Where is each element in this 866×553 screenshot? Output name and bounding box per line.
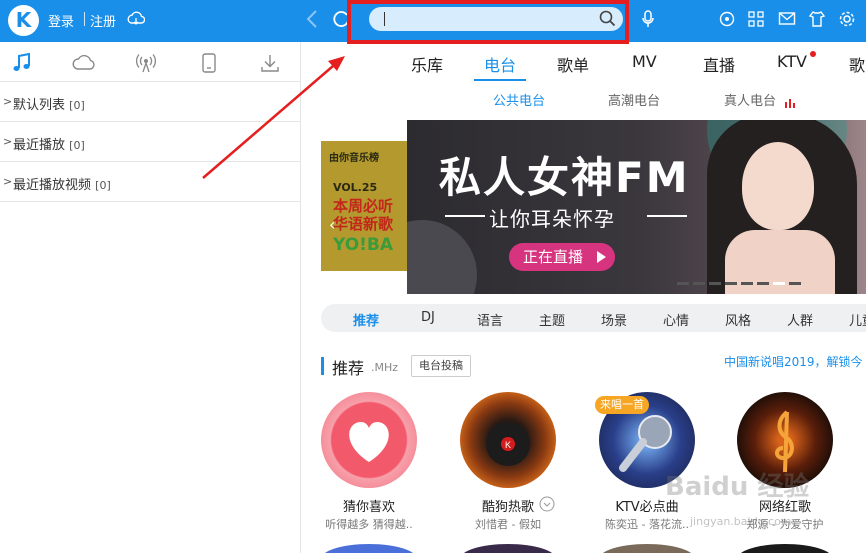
category-theme[interactable]: 主题 bbox=[539, 310, 565, 329]
subtab-real-person[interactable]: 真人电台 bbox=[724, 90, 776, 109]
active-tab-indicator bbox=[474, 79, 526, 81]
cloud-icon[interactable] bbox=[72, 52, 95, 74]
category-crowd[interactable]: 人群 bbox=[787, 310, 813, 329]
tab-more[interactable]: 歌 bbox=[849, 52, 865, 76]
banner-line3: YO!BA bbox=[333, 235, 394, 255]
voice-search-icon[interactable] bbox=[640, 9, 656, 33]
station-cover[interactable] bbox=[460, 544, 556, 553]
section-title: 推荐 bbox=[332, 359, 365, 378]
carousel-dot[interactable] bbox=[693, 282, 705, 285]
station-cover: K bbox=[460, 392, 556, 488]
list-count: [0] bbox=[69, 99, 85, 112]
equalizer-icon bbox=[785, 93, 797, 112]
station-cover[interactable] bbox=[321, 544, 417, 553]
carousel-dot[interactable] bbox=[709, 282, 721, 285]
player-mode-icon[interactable] bbox=[719, 11, 735, 31]
watermark: Baidu 经验 bbox=[665, 472, 810, 502]
radio-icon[interactable] bbox=[135, 52, 157, 74]
section-unit: .MHz bbox=[371, 361, 399, 374]
back-arrow-icon[interactable] bbox=[305, 9, 319, 33]
banner-image bbox=[742, 142, 814, 230]
banner-line1: 本周必听 华语新歌 bbox=[333, 197, 394, 233]
list-label: 最近播放视频 bbox=[13, 178, 92, 193]
list-label: 最近播放 bbox=[13, 138, 66, 153]
vinyl-icon: K bbox=[486, 422, 530, 466]
subtab-climax[interactable]: 高潮电台 bbox=[608, 90, 660, 109]
notification-dot bbox=[810, 51, 816, 57]
divider bbox=[445, 215, 485, 217]
category-kids[interactable]: 儿童 bbox=[849, 310, 866, 329]
carousel-dot[interactable] bbox=[725, 282, 737, 285]
register-link[interactable]: 注册 bbox=[90, 11, 116, 30]
kugou-logo[interactable]: K bbox=[8, 5, 39, 36]
list-count: [0] bbox=[69, 139, 85, 152]
divider bbox=[647, 215, 687, 217]
tab-library[interactable]: 乐库 bbox=[411, 52, 443, 76]
submit-station-button[interactable]: 电台投稿 bbox=[411, 355, 471, 377]
carousel-prev-icon[interactable]: ‹ bbox=[329, 215, 335, 234]
carousel-dot[interactable] bbox=[677, 282, 689, 285]
carousel-dot[interactable] bbox=[741, 282, 753, 285]
subtab-public[interactable]: 公共电台 bbox=[493, 90, 545, 109]
station-card[interactable]: 网络红歌 郑源 - 为爱守护 bbox=[735, 392, 835, 532]
category-style[interactable]: 风格 bbox=[725, 310, 751, 329]
tab-radio[interactable]: 电台 bbox=[484, 52, 516, 76]
tab-playlist[interactable]: 歌单 bbox=[557, 52, 589, 76]
login-link[interactable]: 登录 bbox=[48, 11, 74, 30]
category-dj[interactable]: DJ bbox=[421, 310, 435, 325]
station-cover bbox=[321, 392, 417, 488]
settings-gear-icon[interactable] bbox=[838, 10, 856, 32]
carousel-dot[interactable] bbox=[789, 282, 801, 285]
category-scene[interactable]: 场景 bbox=[601, 310, 627, 329]
annotation-arrow-icon bbox=[202, 56, 345, 179]
station-card[interactable]: 猜你喜欢 听得越多 猜得越.. bbox=[319, 392, 419, 532]
station-card[interactable]: K 酷狗热歌 刘惜君 - 假如 bbox=[458, 392, 558, 532]
category-recommend[interactable]: 推荐 bbox=[353, 310, 379, 329]
skin-icon[interactable] bbox=[808, 10, 826, 32]
station-desc: 刘惜君 - 假如 bbox=[475, 518, 541, 531]
banner-subtitle: 让你耳朵怀孕 bbox=[489, 207, 615, 231]
station-cover[interactable] bbox=[599, 544, 695, 553]
carousel-dot[interactable] bbox=[757, 282, 769, 285]
chevron-right-icon: > bbox=[3, 135, 13, 148]
category-language[interactable]: 语言 bbox=[477, 310, 503, 329]
station-desc: 听得越多 猜得越.. bbox=[325, 518, 413, 531]
heart-icon bbox=[349, 422, 389, 462]
chevron-right-icon: > bbox=[3, 95, 13, 108]
station-name: 猜你喜欢 bbox=[342, 500, 395, 515]
tab-mv[interactable]: MV bbox=[632, 52, 657, 71]
cloud-sync-icon[interactable] bbox=[127, 11, 146, 31]
list-count: [0] bbox=[95, 179, 111, 192]
apps-grid-icon[interactable] bbox=[748, 11, 764, 31]
message-icon[interactable] bbox=[778, 11, 796, 31]
news-link[interactable]: 中国新说唱2019，解锁今 bbox=[724, 353, 863, 370]
search-highlight-annotation bbox=[347, 0, 629, 44]
chevron-right-icon: > bbox=[3, 175, 13, 188]
chevron-down-icon[interactable] bbox=[539, 496, 555, 516]
category-mood[interactable]: 心情 bbox=[663, 310, 689, 329]
svg-text:K: K bbox=[505, 440, 511, 450]
decor-circle bbox=[407, 220, 477, 294]
carousel-dot[interactable] bbox=[773, 282, 785, 285]
category-bar: 推荐 DJ 语言 主题 场景 心情 风格 人群 儿童 bbox=[321, 304, 866, 332]
play-icon bbox=[597, 251, 606, 263]
divider bbox=[84, 12, 85, 26]
banner-title: 私人女神FM bbox=[439, 153, 690, 202]
station-card[interactable]: 来唱一首 KTV必点曲 陈奕迅 - 落花流.. bbox=[595, 392, 697, 532]
tab-live[interactable]: 直播 bbox=[703, 52, 735, 76]
watermark-url: jingyan.baidu.com bbox=[690, 515, 792, 528]
banner-carousel[interactable]: 私人女神FM 让你耳朵怀孕 正在直播 bbox=[407, 120, 866, 294]
station-cover[interactable] bbox=[737, 544, 833, 553]
live-now-button[interactable]: 正在直播 bbox=[509, 243, 615, 271]
music-icon[interactable] bbox=[11, 52, 33, 74]
station-badge: 来唱一首 bbox=[595, 396, 649, 414]
section-marker bbox=[321, 357, 324, 375]
list-label: 默认列表 bbox=[13, 98, 66, 113]
tab-ktv[interactable]: KTV bbox=[777, 52, 807, 71]
station-desc: 陈奕迅 - 落花流.. bbox=[605, 518, 689, 531]
